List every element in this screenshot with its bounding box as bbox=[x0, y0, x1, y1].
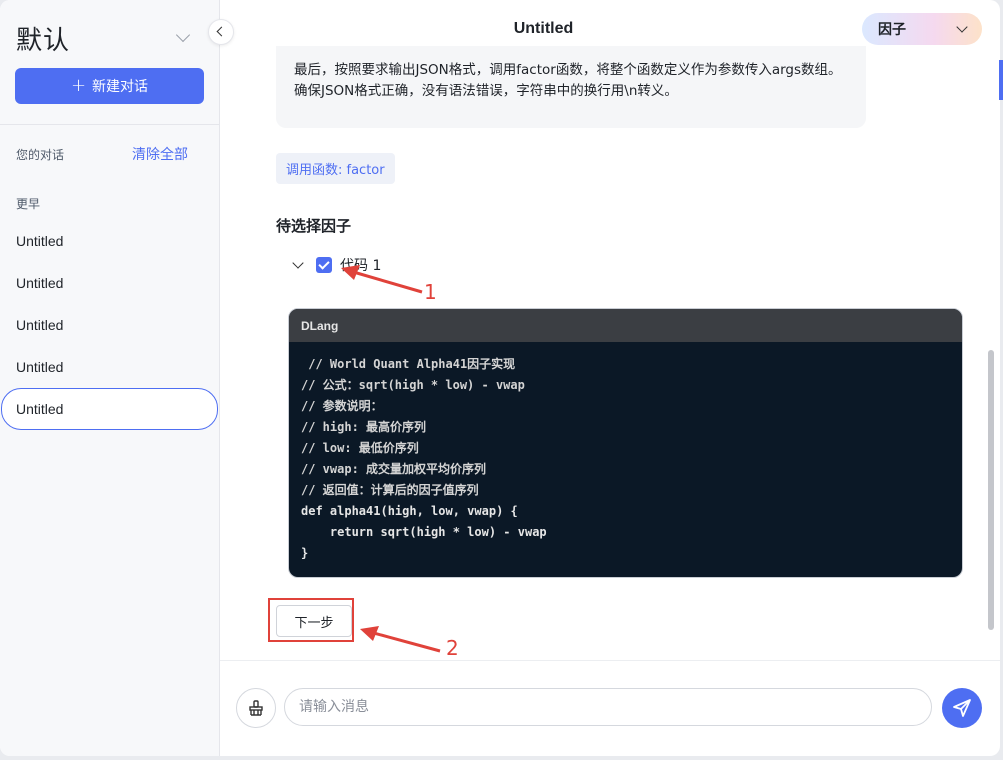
app-window: 默认 + 新建对话 您的对话 清除全部 更早 Untitled Untitled… bbox=[0, 0, 1000, 756]
annotation-label-1: 1 bbox=[424, 280, 437, 304]
annotation-label-2: 2 bbox=[446, 636, 459, 660]
annotation-arrow-1 bbox=[341, 265, 423, 294]
edge-strip bbox=[999, 60, 1003, 100]
annotation-arrow-2 bbox=[360, 626, 441, 653]
annotation-arrows bbox=[341, 265, 441, 653]
collapse-sidebar-button[interactable] bbox=[208, 19, 234, 45]
